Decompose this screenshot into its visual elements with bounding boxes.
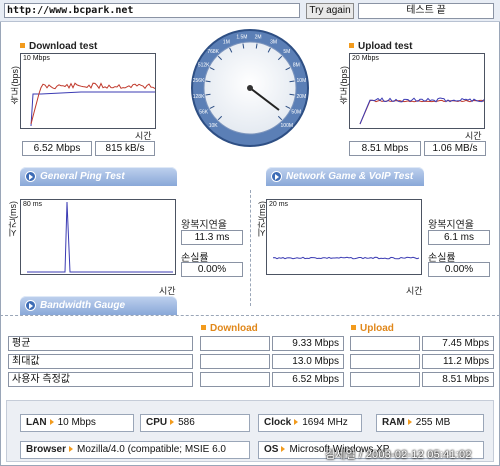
ram-info: RAM 255 MB [376,414,484,432]
bullet-icon [351,325,356,330]
ping-loss-value: 0.00% [181,262,243,277]
upload-scale: 20 Mbps [352,55,379,62]
clock-info: Clock 1694 MHz [258,414,362,432]
bandwidth-download-bar [200,372,270,387]
download-speed-value: 6.52 Mbps [22,141,92,156]
upload-speed-value: 8.51 Mbps [349,141,421,156]
gauge-tick-label: 128K [193,94,205,100]
bandwidth-download-cell: 9.33 Mbps [272,336,344,351]
bandwidth-row-label: 사용자 측정값 [8,372,193,387]
gauge-tick-label: 5M [283,49,290,55]
tab-general-ping-test[interactable]: General Ping Test [20,167,177,186]
download-baseline-series [30,91,155,127]
bandwidth-upload-bar [350,372,420,387]
gauge-tick-label: 8M [293,62,300,68]
cpu-info: CPU 586 [140,414,250,432]
bandwidth-download-bar [200,336,270,351]
bandwidth-upload-bar [350,336,420,351]
download-rate-value: 815 kB/s [95,141,155,156]
ping-latency-value: 11.3 ms [181,230,243,245]
bandwidth-upload-cell: 7.45 Mbps [422,336,494,351]
ping-graph: 80 ms [20,199,176,275]
download-scale: 10 Mbps [23,55,50,62]
arrow-icon [407,419,412,425]
gauge-tick-label: 50M [291,110,301,116]
bullet-icon [349,43,354,48]
game-line-chart [272,256,420,260]
download-title: Download test [20,41,97,52]
arrow-icon [271,171,282,182]
gauge-tick-label: 2M [255,35,262,41]
download-speed-series [30,82,155,125]
arrow-icon [294,419,299,425]
game-latency-label: 왕복지연율 [428,220,474,231]
game-series [272,256,420,260]
gauge-tick-label: 10K [209,123,219,129]
watermark: 김세일 / 2003-02-12 05:41:02 [325,449,472,461]
arrow-icon [69,446,74,452]
gauge-tick-label: 56K [199,110,209,116]
status-field: 테스트 끝 [358,3,494,19]
bandwidth-upload-cell: 8.51 Mbps [422,372,494,387]
bandwidth-download-cell: 6.52 Mbps [272,372,344,387]
gauge-tick-label: 3M [270,40,277,46]
gauge-hub [247,85,253,91]
game-scale: 20 ms [269,201,289,208]
bandwidth-upload-header: Upload [351,323,394,334]
arrow-icon [281,446,286,452]
upload-baseline-series [359,99,484,125]
ping-latency-label: 왕복지연율 [181,220,227,231]
gauge-tick-label: 10M [297,78,307,84]
game-x-axis-label: 시간 [406,286,423,296]
bandwidth-row-label: 최대값 [8,354,193,369]
upload-graph: 20 Mbps [349,53,485,129]
gauge-tick-label: 20M [297,94,307,100]
game-loss-value: 0.00% [428,262,490,277]
browser-info: Browser Mozilla/4.0 (compatible; MSIE 6.0 [20,441,250,459]
top-bar: http://www.bcpark.net Try again 테스트 끝 [0,0,500,22]
bullet-icon [201,325,206,330]
gauge-tick-label: 256K [193,78,205,84]
section-divider-vertical [250,190,251,306]
lan-info: LAN 10 Mbps [20,414,134,432]
address-field[interactable]: http://www.bcpark.net [4,3,300,18]
bullet-icon [20,43,25,48]
section-divider-horizontal [0,315,500,316]
bandwidth-row-label: 평균 [8,336,193,351]
game-graph: 20 ms [266,199,422,275]
arrow-icon [49,419,54,425]
arrow-icon [25,171,36,182]
ping-scale: 80 ms [23,201,43,208]
arrow-icon [170,419,175,425]
gauge-tick-label: 512K [198,62,210,68]
gauge-tick-label: 1M [223,40,230,46]
ping-series [27,201,173,273]
gauge-tick-label: 100M [281,123,294,129]
upload-rate-value: 1.06 MB/s [424,141,486,156]
gauge-tick-label: 1.5M [236,35,247,41]
upload-title: Upload test [349,41,412,52]
gauge-tick-label: 768K [207,49,219,55]
bandwidth-download-cell: 13.0 Mbps [272,354,344,369]
try-again-button[interactable]: Try again [306,3,354,19]
speed-gauge: 10K 56K 128K 256K 512K 768K 1M 1.5M 2M 3M 5M 8M 10M 2… [191,29,309,147]
ping-line-chart [27,201,173,273]
tab-network-game-voip-test[interactable]: Network Game & VoIP Test [266,167,424,186]
arrow-icon [25,300,36,311]
download-line-chart [30,82,155,127]
bandwidth-upload-bar [350,354,420,369]
game-latency-value: 6.1 ms [428,230,490,245]
bandwidth-upload-cell: 11.2 Mbps [422,354,494,369]
upload-line-chart [359,97,484,125]
bandwidth-download-header: Download [201,323,258,334]
ping-y-axis-label: 시간(ms) [8,201,18,237]
download-graph: 10 Mbps [20,53,156,129]
bandwidth-download-bar [200,354,270,369]
tab-bandwidth-gauge[interactable]: Bandwidth Gauge [20,296,177,315]
